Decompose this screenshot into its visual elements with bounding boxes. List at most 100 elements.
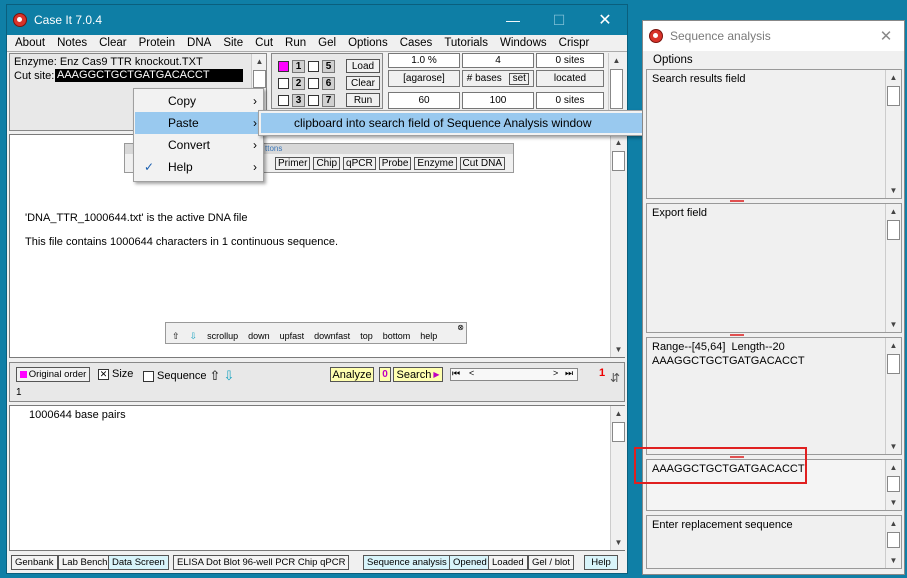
content-scrollbar[interactable]: ▲ ▼: [610, 135, 625, 357]
scroll-up-icon[interactable]: ▲: [611, 135, 626, 150]
sort-icon[interactable]: ⇵: [610, 371, 620, 385]
splitter[interactable]: [730, 200, 744, 202]
lane-7-checkbox[interactable]: [308, 95, 319, 106]
menu-about[interactable]: About: [9, 37, 51, 49]
menu-cases[interactable]: Cases: [394, 37, 439, 49]
export-scrollbar[interactable]: ▲ ▼: [885, 204, 900, 332]
menu-protein[interactable]: Protein: [133, 37, 181, 49]
tab-assays[interactable]: ELISA Dot Blot 96-well PCR Chip qPCR: [173, 555, 350, 570]
menu-cut[interactable]: Cut: [249, 37, 279, 49]
cut-dna-button[interactable]: Cut DNA: [459, 157, 505, 170]
tab-genbank[interactable]: Genbank: [11, 555, 58, 570]
probe-button[interactable]: Probe: [378, 157, 412, 170]
position-slider[interactable]: ⏮ < > ⏭: [450, 368, 578, 381]
menu-gel[interactable]: Gel: [312, 37, 342, 49]
submenu-paste-into-search[interactable]: clipboard into search field of Sequence …: [261, 113, 645, 133]
tab-loaded[interactable]: Loaded: [488, 555, 528, 570]
search-results-scrollbar[interactable]: ▲ ▼: [885, 70, 900, 198]
primer-button[interactable]: Primer: [275, 157, 311, 170]
replacement-scrollbar[interactable]: ▲ ▼: [885, 516, 900, 568]
scroll-down-icon[interactable]: ▼: [611, 342, 626, 357]
lane-5-checkbox[interactable]: [308, 61, 319, 72]
context-menu-copy[interactable]: Copy ›: [135, 90, 265, 112]
scroll-up-icon[interactable]: ▲: [886, 460, 901, 475]
splitter[interactable]: [730, 334, 744, 336]
agarose-percent[interactable]: 1.0 %: [388, 53, 460, 68]
context-menu-paste[interactable]: Paste ›: [135, 112, 265, 134]
scroll-down-icon[interactable]: ▼: [886, 439, 901, 454]
last-icon[interactable]: ⏭: [565, 368, 573, 379]
up-arrow-icon[interactable]: ⇧: [172, 331, 180, 342]
menu-run[interactable]: Run: [279, 37, 312, 49]
up-arrow-icon[interactable]: ⇧: [210, 368, 221, 384]
analyze-button[interactable]: Analyze: [330, 367, 374, 382]
scroll-up-icon[interactable]: ▲: [252, 54, 267, 69]
bottom-link[interactable]: bottom: [383, 331, 411, 342]
scroll-down-icon[interactable]: ▼: [886, 317, 901, 332]
qpcr-button[interactable]: qPCR: [343, 157, 376, 170]
scroll-up-icon[interactable]: ▲: [611, 406, 626, 421]
tab-sequence-analysis[interactable]: Sequence analysis: [363, 555, 451, 570]
chip-button[interactable]: Chip: [313, 157, 341, 170]
tab-lab-bench[interactable]: Lab Bench: [58, 555, 112, 570]
upfast-link[interactable]: upfast: [280, 331, 305, 342]
scroll-down-icon[interactable]: ▼: [611, 535, 626, 550]
clear-button[interactable]: Clear: [346, 76, 380, 90]
down-arrow-icon[interactable]: ⇩: [190, 331, 198, 342]
menu-dna[interactable]: DNA: [181, 37, 217, 49]
menu-windows[interactable]: Windows: [494, 37, 553, 49]
bases-value[interactable]: 4: [462, 53, 534, 68]
search-field-scrollbar[interactable]: ▲ ▼: [885, 460, 900, 510]
context-menu-convert[interactable]: Convert ›: [135, 134, 265, 156]
scroll-down-icon[interactable]: ▼: [886, 553, 901, 568]
menu-options[interactable]: Options: [342, 37, 394, 49]
voltage-value[interactable]: 60: [388, 92, 460, 109]
downfast-link[interactable]: downfast: [314, 331, 350, 342]
context-menu-help[interactable]: ✓ Help ›: [135, 156, 265, 178]
run-button[interactable]: Run: [346, 93, 380, 107]
range-scrollbar[interactable]: ▲ ▼: [885, 338, 900, 454]
size-checkbox[interactable]: ✕: [98, 368, 109, 380]
first-icon[interactable]: ⏮: [452, 368, 460, 379]
load-button[interactable]: Load: [346, 59, 380, 73]
set-button[interactable]: set: [509, 72, 530, 85]
scroll-up-icon[interactable]: ▲: [886, 516, 901, 531]
tab-help[interactable]: Help: [584, 555, 618, 570]
scroll-up-icon[interactable]: ▲: [886, 204, 901, 219]
tab-data-screen[interactable]: Data Screen: [108, 555, 169, 570]
down-link[interactable]: down: [248, 331, 270, 342]
seq-menu-options[interactable]: Options: [653, 54, 693, 66]
panel-close-icon[interactable]: ⊗: [457, 323, 464, 332]
scrollup-link[interactable]: scrollup: [207, 331, 238, 342]
right-arrow-icon[interactable]: >: [553, 368, 558, 378]
lane-1-checkbox[interactable]: [278, 61, 289, 72]
menu-notes[interactable]: Notes: [51, 37, 93, 49]
params-scrollbar[interactable]: ▲: [608, 53, 623, 111]
scroll-down-icon[interactable]: ▼: [886, 495, 901, 510]
down-arrow-icon[interactable]: ⇩: [223, 368, 234, 384]
enzyme-button[interactable]: Enzyme: [414, 157, 457, 170]
scroll-up-icon[interactable]: ▲: [609, 53, 624, 68]
scroll-down-icon[interactable]: ▼: [886, 183, 901, 198]
tab-gel-blot[interactable]: Gel / blot: [528, 555, 575, 570]
sequence-checkbox[interactable]: [143, 370, 154, 382]
cut-site-value[interactable]: AAAGGCTGCTGATGACACCT: [55, 69, 243, 82]
menu-crispr[interactable]: Crispr: [553, 37, 596, 49]
maximize-button[interactable]: ☐: [536, 5, 582, 35]
left-arrow-icon[interactable]: <: [469, 368, 474, 378]
lane-6-checkbox[interactable]: [308, 78, 319, 89]
scroll-up-icon[interactable]: ▲: [886, 338, 901, 353]
search-button[interactable]: Search ▶: [393, 367, 443, 382]
menu-clear[interactable]: Clear: [93, 37, 132, 49]
output-scrollbar[interactable]: ▲ ▼: [610, 406, 625, 550]
tab-opened[interactable]: Opened: [449, 555, 491, 570]
time-value[interactable]: 100: [462, 92, 534, 109]
scroll-up-icon[interactable]: ▲: [886, 70, 901, 85]
help-link[interactable]: help: [420, 331, 437, 342]
original-order-button[interactable]: Original order: [16, 367, 90, 382]
seq-titlebar[interactable]: Sequence analysis ✕: [643, 21, 904, 51]
menu-tutorials[interactable]: Tutorials: [438, 37, 494, 49]
seq-close-button[interactable]: ✕: [863, 21, 907, 51]
menu-site[interactable]: Site: [217, 37, 249, 49]
lane-2-checkbox[interactable]: [278, 78, 289, 89]
